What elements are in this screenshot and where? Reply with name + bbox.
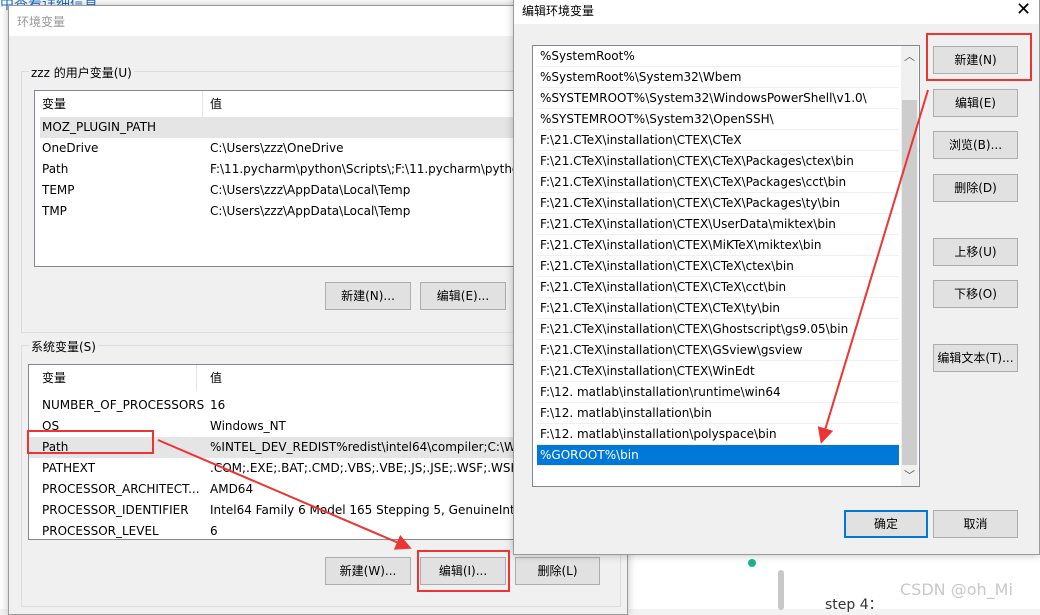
annotation-arrows bbox=[157, 89, 929, 550]
arrow-new-to-entry bbox=[817, 89, 929, 444]
arrow-path-to-edit bbox=[157, 439, 412, 550]
